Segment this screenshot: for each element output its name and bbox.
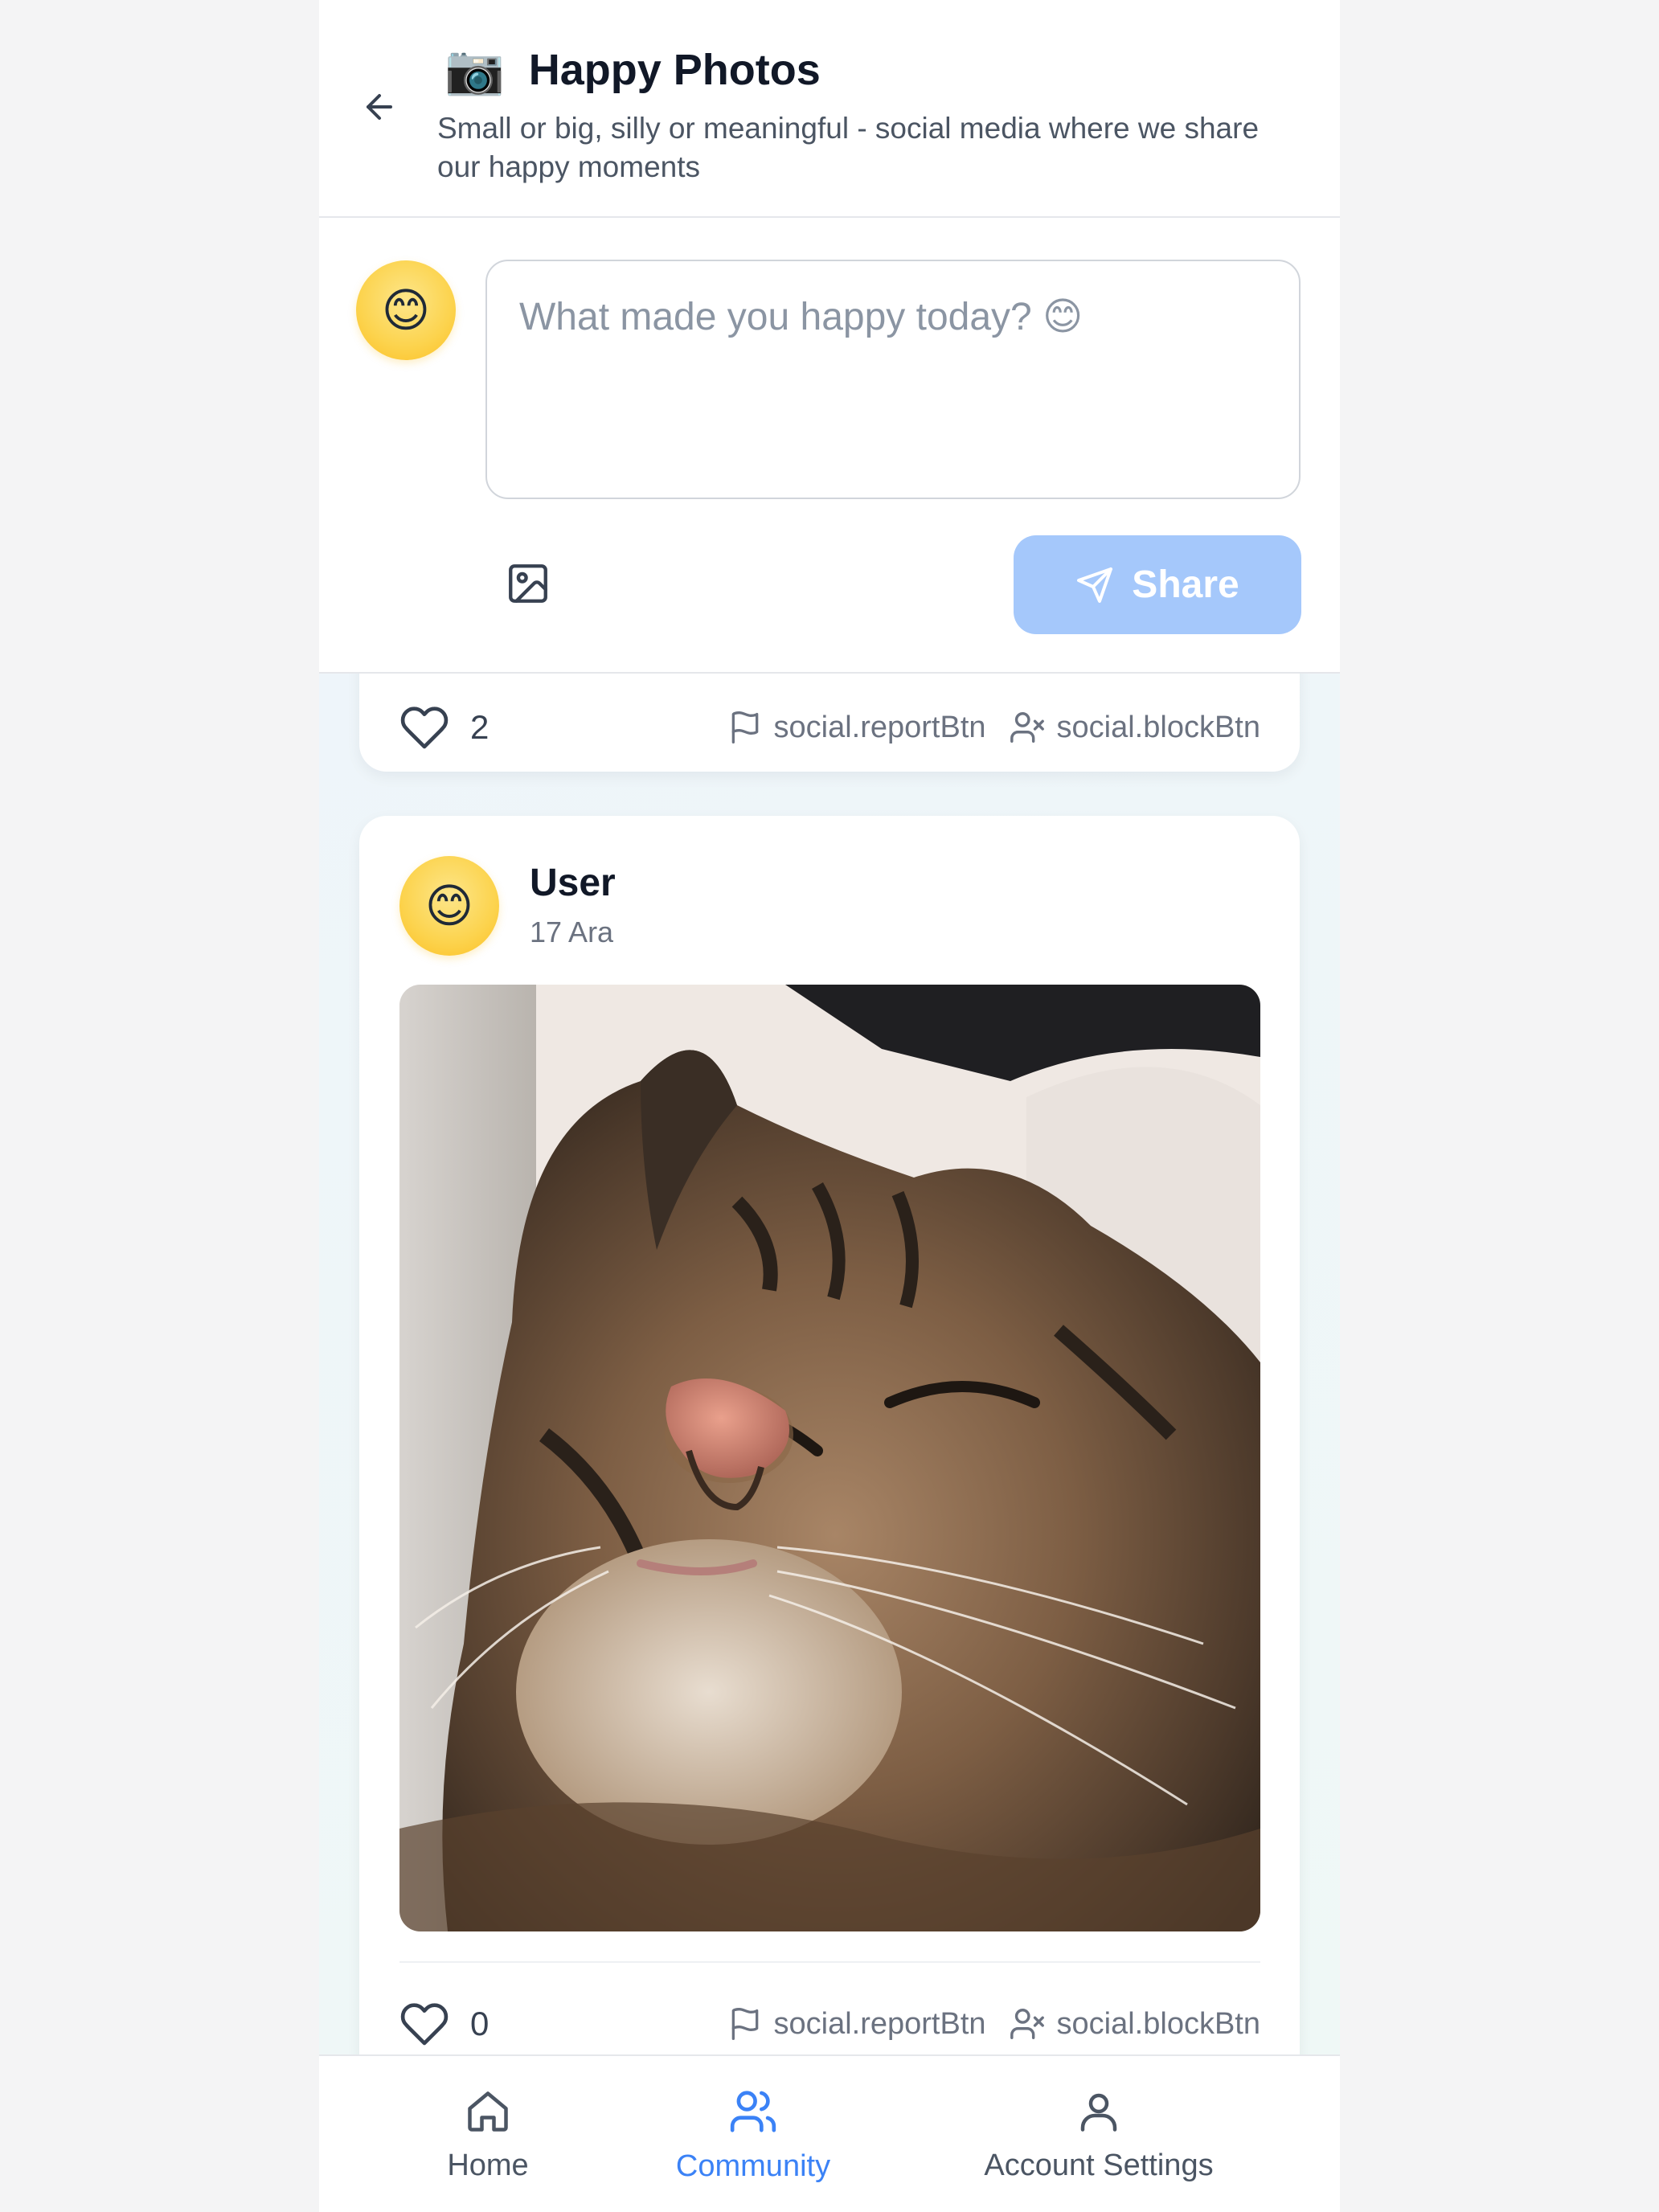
post-card: 😊 User 17 Ara 0 social.reportBtn social.… xyxy=(359,816,1300,2054)
heart-icon xyxy=(400,2003,449,2046)
nav-label-community: Community xyxy=(675,2149,831,2183)
like-button[interactable]: 2 xyxy=(399,703,489,752)
image-icon xyxy=(509,564,547,603)
post-composer: 😊 Share xyxy=(319,218,1340,674)
block-button[interactable]: social.blockBtn xyxy=(1009,709,1260,746)
report-button[interactable]: social.reportBtn xyxy=(727,2006,986,2042)
smile-emoji-icon: 😊 xyxy=(381,285,431,337)
nav-label-account-settings: Account Settings xyxy=(984,2148,1214,2182)
avatar: 😊 xyxy=(356,260,456,360)
like-count: 2 xyxy=(470,708,490,746)
post-text-input[interactable] xyxy=(487,261,1299,498)
smile-emoji-icon: 😊 xyxy=(424,880,474,932)
bottom-nav: Home Community Account Settings xyxy=(319,2054,1340,2212)
post-header: 😊 User 17 Ara xyxy=(399,856,616,956)
post-actions: 2 social.reportBtn social.blockBtn xyxy=(399,699,1260,756)
arrow-left-icon xyxy=(367,94,392,120)
user-icon xyxy=(1080,2093,1117,2132)
sleeping-cat-photo xyxy=(399,985,1260,1931)
compose-box xyxy=(485,260,1301,499)
report-button[interactable]: social.reportBtn xyxy=(727,710,986,745)
title-row: 📷 Happy Photos xyxy=(444,42,821,98)
heart-icon xyxy=(400,707,449,749)
like-count: 0 xyxy=(470,2005,490,2042)
nav-item-account-settings[interactable]: Account Settings xyxy=(962,2056,1235,2212)
post-date: 17 Ara xyxy=(530,916,614,948)
nav-label-home: Home xyxy=(447,2148,529,2182)
post-actions: 0 social.reportBtn social.blockBtn xyxy=(399,1996,1260,2052)
post-author: User xyxy=(530,862,616,904)
app-screen: 📷 Happy Photos Small or big, silly or me… xyxy=(319,0,1340,2212)
block-label: social.blockBtn xyxy=(1056,710,1260,744)
post-card: 2 social.reportBtn social.blockBtn xyxy=(359,674,1300,772)
user-x-icon xyxy=(1010,2009,1044,2039)
page-subtitle: Small or big, silly or meaningful - soci… xyxy=(437,112,1260,183)
block-label: social.blockBtn xyxy=(1056,2006,1260,2041)
post-photo[interactable] xyxy=(399,985,1260,1931)
flag-icon xyxy=(731,2008,758,2040)
nav-item-community[interactable]: Community xyxy=(657,2056,850,2212)
post-divider xyxy=(399,1961,1260,1963)
flag-icon xyxy=(731,711,758,743)
back-button[interactable] xyxy=(359,87,399,127)
add-image-button[interactable] xyxy=(502,558,554,609)
report-label: social.reportBtn xyxy=(773,710,986,744)
users-icon xyxy=(730,2090,776,2132)
send-icon xyxy=(1077,567,1113,603)
block-button[interactable]: social.blockBtn xyxy=(1009,2005,1260,2042)
page-title: Happy Photos xyxy=(528,46,821,94)
community-feed[interactable]: 2 social.reportBtn social.blockBtn 😊 Use… xyxy=(319,674,1340,2054)
page-header: 📷 Happy Photos Small or big, silly or me… xyxy=(319,0,1340,218)
report-label: social.reportBtn xyxy=(773,2006,986,2041)
share-button-label: Share xyxy=(1132,563,1239,606)
camera-icon: 📷 xyxy=(444,43,505,96)
nav-item-home[interactable]: Home xyxy=(432,2056,544,2212)
share-button[interactable]: Share xyxy=(1014,535,1301,634)
post-meta: User 17 Ara xyxy=(530,859,616,952)
user-x-icon xyxy=(1010,712,1044,743)
like-button[interactable]: 0 xyxy=(399,1999,489,2049)
home-icon xyxy=(468,2091,508,2132)
avatar: 😊 xyxy=(399,856,499,956)
